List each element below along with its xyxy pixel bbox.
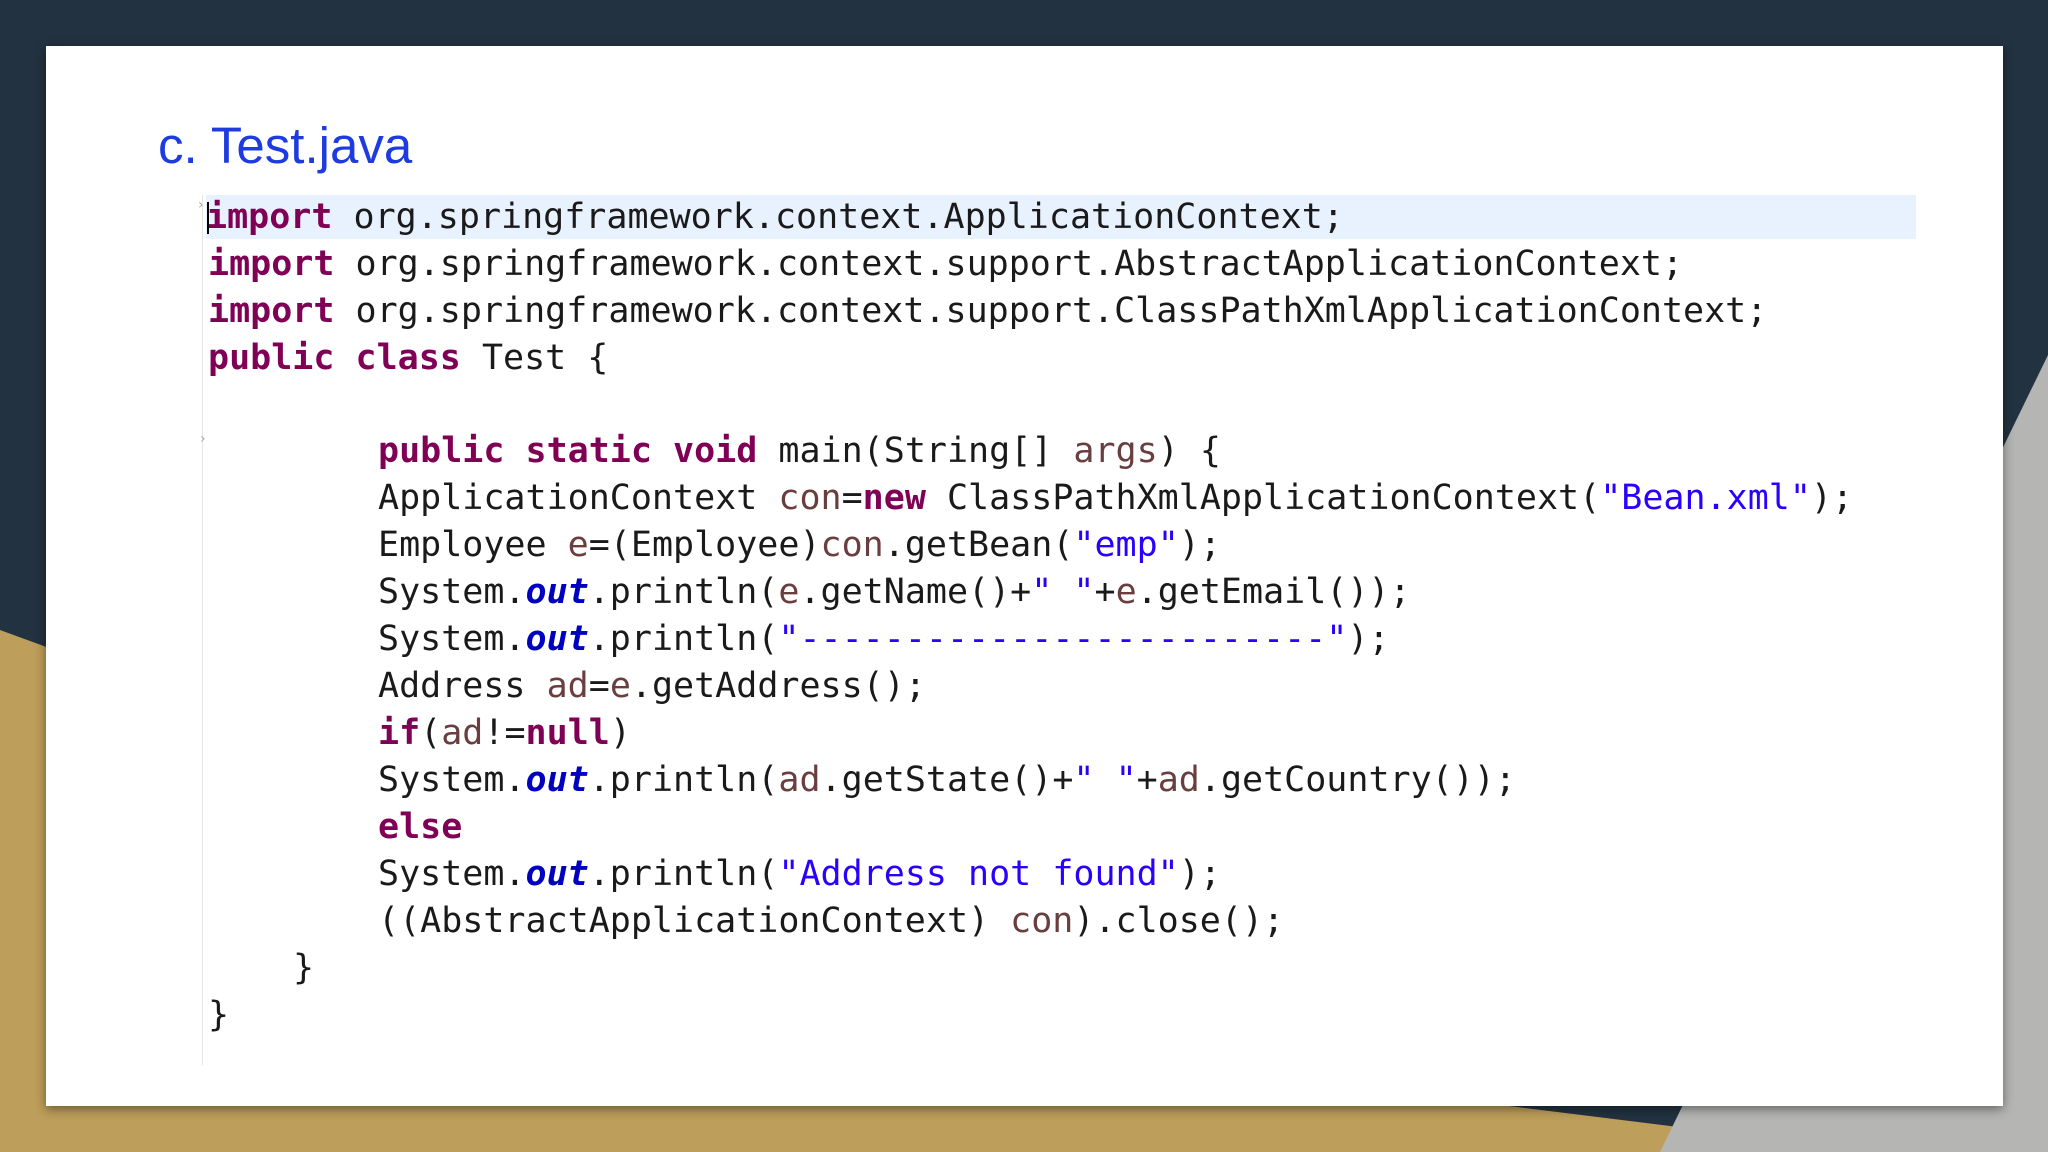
code-line-4: public class Test { [208, 338, 609, 378]
code-line-11: Address ad=e.getAddress(); [378, 666, 926, 706]
code-line-12: if(ad!=null) [378, 713, 631, 753]
slide-title: c. Test.java [158, 117, 413, 174]
code-line-17: } [293, 948, 315, 988]
code-block: › import org.springframework.context.Appl… [198, 195, 1923, 1065]
code-line-2: import org.springframework.context.suppo… [208, 244, 1684, 284]
code-line-1: › import org.springframework.context.Appl… [198, 195, 1916, 239]
code-line-10: System.out.println("--------------------… [378, 619, 1390, 659]
code-line-8: Employee e=(Employee)con.getBean("emp"); [378, 525, 1221, 565]
code-line-16: ((AbstractApplicationContext) con).close… [378, 901, 1285, 941]
fold-marker-icon: › [200, 431, 206, 447]
code-line-14: else [378, 807, 463, 847]
fold-marker-icon: › [198, 197, 204, 213]
code-line-15: System.out.println("Address not found"); [378, 854, 1221, 894]
code-line-7: ApplicationContext con=new ClassPathXmlA… [378, 478, 1854, 518]
code-line-9: System.out.println(e.getName()+" "+e.get… [378, 572, 1411, 612]
code-line-6: › public static void main(String[] args) … [200, 431, 1221, 471]
code-line-18: } [208, 995, 230, 1035]
code-line-3: import org.springframework.context.suppo… [208, 291, 1768, 331]
text-caret [207, 202, 209, 234]
code-line-13: System.out.println(ad.getState()+" "+ad.… [378, 760, 1516, 800]
